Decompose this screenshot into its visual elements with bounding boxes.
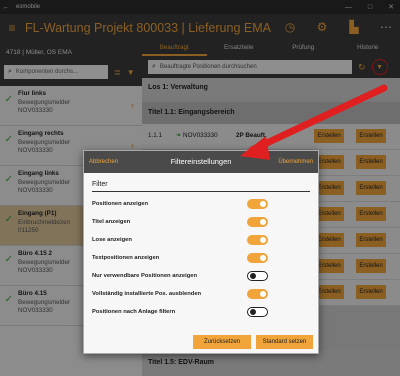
toggle-knob (260, 255, 266, 261)
filter-option-label: Positionen anzeigen (92, 201, 149, 207)
toggle-switch[interactable] (247, 289, 268, 299)
toggle-switch[interactable] (247, 253, 268, 263)
filter-option: Positionen anzeigen (92, 196, 310, 214)
filter-option-label: Vollständig installierte Pos. ausblenden (92, 291, 202, 297)
toggle-knob (260, 237, 266, 243)
toggle-switch[interactable] (247, 235, 268, 245)
toggle-switch[interactable] (247, 271, 268, 281)
toggle-knob (250, 308, 256, 315)
filter-option-label: Nur verwendbare Positionen anzeigen (92, 273, 198, 279)
filter-dialog: Abbrechen Filtereinstellungen Übernehmen… (83, 150, 319, 354)
filter-option: Vollständig installierte Pos. ausblenden (92, 286, 310, 304)
dialog-header: Abbrechen Filtereinstellungen Übernehmen (84, 151, 318, 173)
reset-button[interactable]: Zurücksetzen (193, 335, 251, 349)
filter-option: Positionen nach Anlage filtern (92, 304, 310, 322)
filter-section-title: Filter (92, 181, 310, 192)
filter-option-label: Textpositionen anzeigen (92, 255, 160, 261)
toggle-knob (260, 219, 266, 225)
filter-option: Lose anzeigen (92, 232, 310, 250)
filter-option-label: Lose anzeigen (92, 237, 132, 243)
toggle-switch[interactable] (247, 199, 268, 209)
filter-option: Titel anzeigen (92, 214, 310, 232)
toggle-knob (260, 291, 266, 297)
toggle-switch[interactable] (247, 307, 268, 317)
filter-option: Nur verwendbare Positionen anzeigen (92, 268, 310, 286)
toggle-knob (260, 201, 266, 207)
filter-option-label: Positionen nach Anlage filtern (92, 309, 176, 315)
toggle-knob (250, 272, 256, 279)
set-default-button[interactable]: Standard setzen (256, 335, 313, 349)
filter-option: Textpositionen anzeigen (92, 250, 310, 268)
filter-options: Positionen anzeigen Titel anzeigen Lose an… (84, 196, 318, 322)
toggle-switch[interactable] (247, 217, 268, 227)
apply-button[interactable]: Übernehmen (278, 159, 313, 165)
app-window: ← esmobile — □ ✕ ≡ FL-Wartung Projekt 80… (0, 0, 400, 376)
filter-option-label: Titel anzeigen (92, 219, 131, 225)
